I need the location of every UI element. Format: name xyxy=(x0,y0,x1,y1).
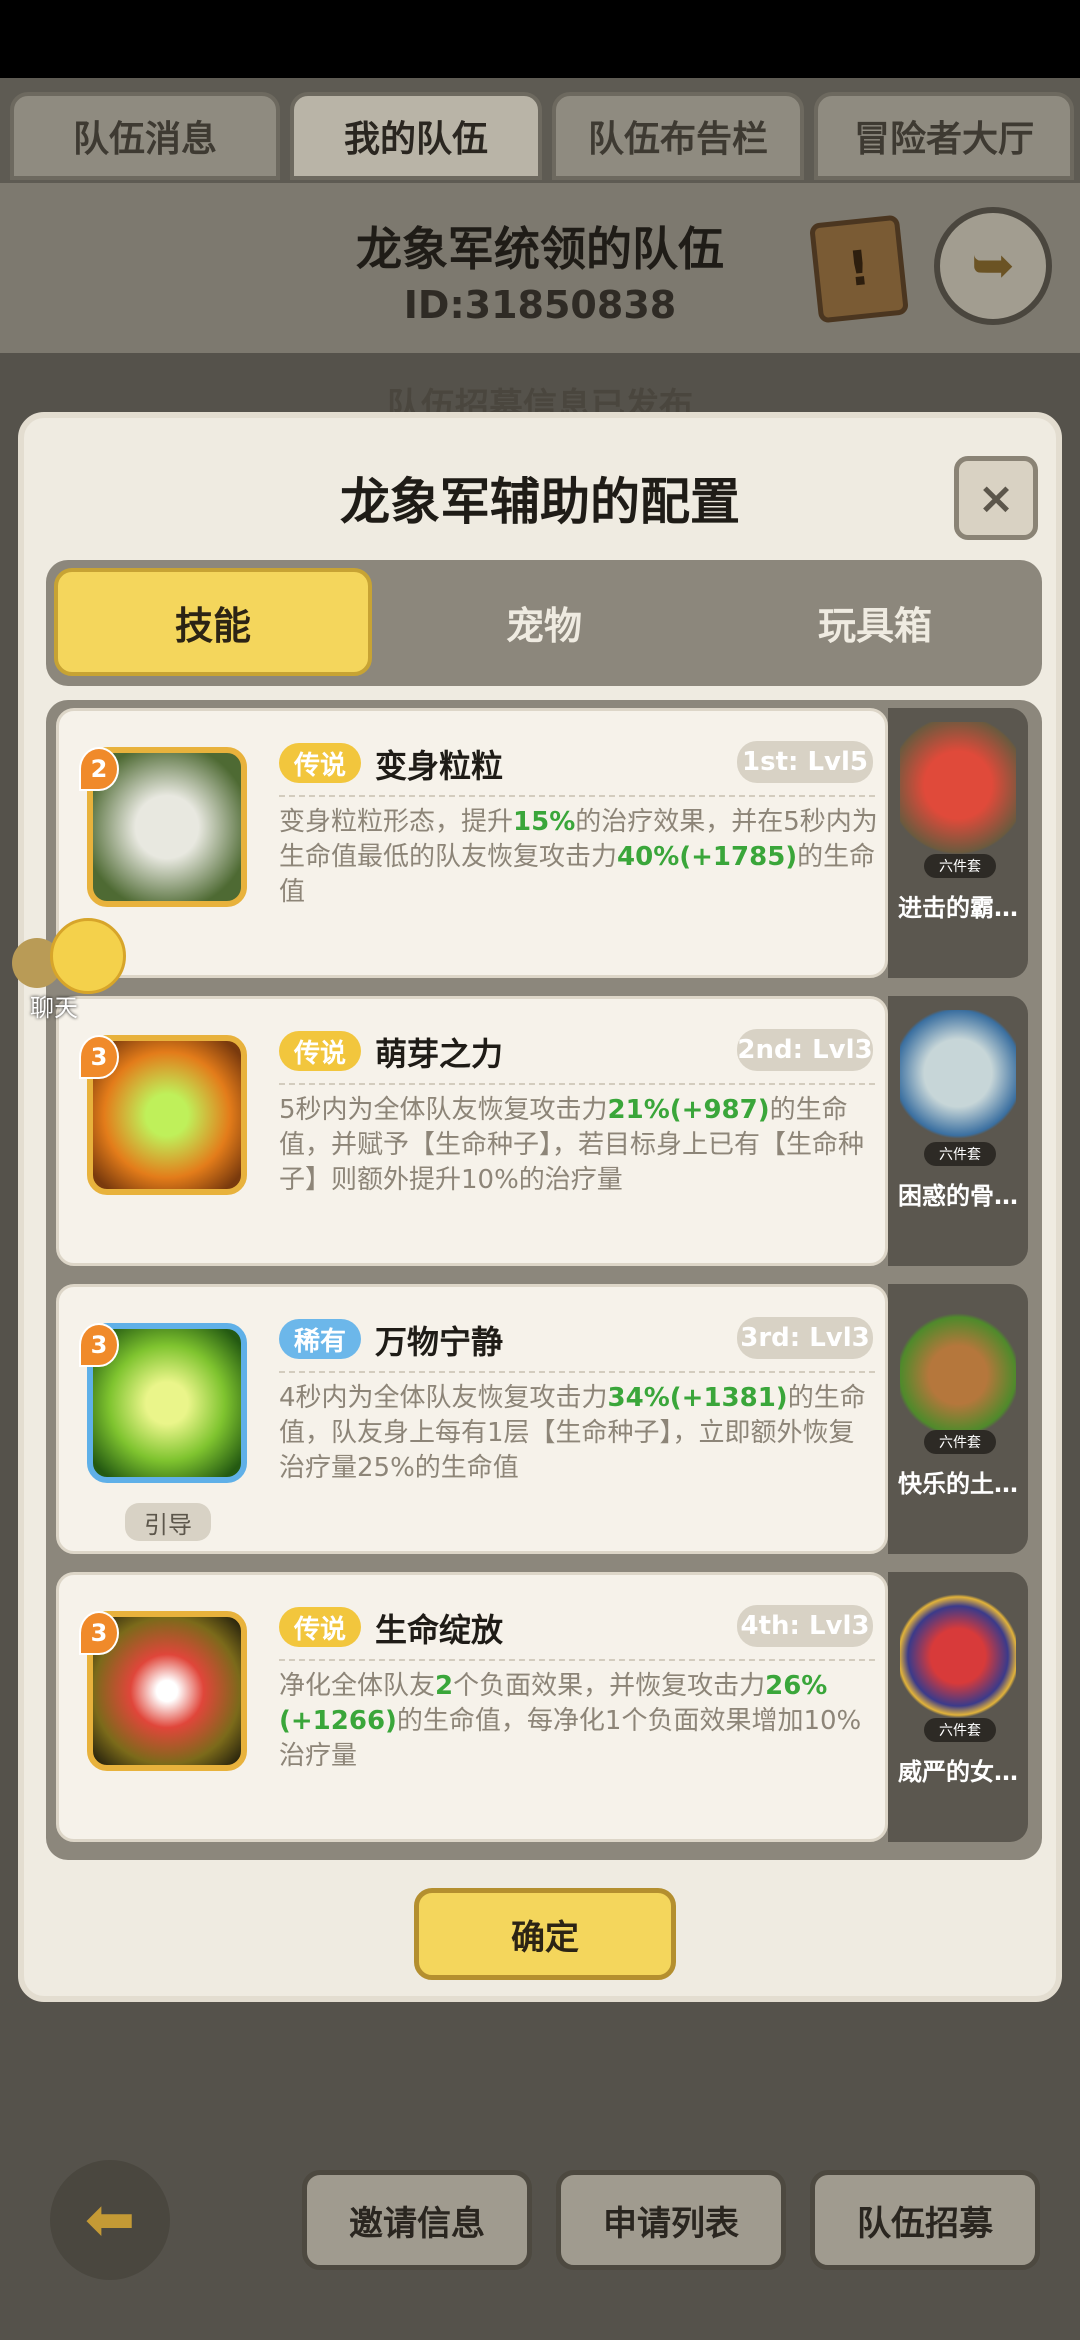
close-button[interactable]: × xyxy=(954,456,1038,540)
divider xyxy=(279,795,875,797)
skill-description: 净化全体队友2个负面效果，并恢复攻击力26%(+1266)的生命值，每净化1个负… xyxy=(279,1671,862,1771)
pet-avatar xyxy=(900,1010,1016,1150)
team-recruit-button[interactable]: 队伍招募 xyxy=(810,2170,1040,2270)
skill-description: 4秒内为全体队友恢复攻击力34%(+1381)的生命值，队友身上每有1层【生命种… xyxy=(279,1383,866,1483)
channel-tag: 引导 xyxy=(125,1503,211,1541)
skill-card[interactable]: 3 传说 萌芽之力 2nd: Lvl3 5秒内为全体队友恢复攻击力21%(+98… xyxy=(56,996,888,1266)
pet-avatar xyxy=(900,1586,1016,1726)
rarity-tag: 传说 xyxy=(279,743,361,783)
top-tab-bar: 队伍消息 我的队伍 队伍布告栏 冒险者大厅 xyxy=(0,78,1080,183)
skill-badge: 2 xyxy=(79,747,119,791)
modal-title: 龙象军辅助的配置 xyxy=(340,473,740,531)
skill-name: 万物宁静 xyxy=(375,1323,504,1361)
pet-slot[interactable]: 六件套 快乐的土… xyxy=(888,1284,1028,1554)
chat-face-icon xyxy=(50,918,126,994)
rarity-tag: 稀有 xyxy=(279,1319,361,1359)
rarity-tag: 传说 xyxy=(279,1607,361,1647)
pet-name: 快乐的土… xyxy=(898,1470,1018,1498)
back-arrow-icon[interactable]: ⬅ xyxy=(50,2160,170,2280)
rarity-tag: 传说 xyxy=(279,1031,361,1071)
skill-level: 1st: Lvl5 xyxy=(737,741,873,783)
tab-toybox[interactable]: 玩具箱 xyxy=(716,568,1034,676)
divider xyxy=(279,1371,875,1373)
set-tag: 六件套 xyxy=(924,1718,996,1742)
pet-slot[interactable]: 六件套 威严的女… xyxy=(888,1572,1028,1842)
pet-name: 进击的霸… xyxy=(898,894,1018,922)
scroll-notice-icon[interactable]: ! xyxy=(809,214,909,324)
team-id: ID:31850838 xyxy=(403,283,677,327)
tab-adventurer-hall[interactable]: 冒险者大厅 xyxy=(814,92,1074,180)
pet-avatar xyxy=(900,722,1016,862)
tab-team-board[interactable]: 队伍布告栏 xyxy=(552,92,804,180)
confirm-button[interactable]: 确定 xyxy=(414,1888,676,1980)
pet-slot[interactable]: 六件套 进击的霸… xyxy=(888,708,1028,978)
skill-card[interactable]: 2 传说 变身粒粒 1st: Lvl5 变身粒粒形态，提升15%的治疗效果，并在… xyxy=(56,708,888,978)
pet-name: 困惑的骨… xyxy=(898,1182,1018,1210)
skill-card[interactable]: 3 引导 稀有 万物宁静 3rd: Lvl3 4秒内为全体队友恢复攻击力34%(… xyxy=(56,1284,888,1554)
set-tag: 六件套 xyxy=(924,854,996,878)
skill-name: 萌芽之力 xyxy=(375,1035,504,1073)
skill-list[interactable]: 2 传说 变身粒粒 1st: Lvl5 变身粒粒形态，提升15%的治疗效果，并在… xyxy=(46,700,1042,1860)
team-header: 龙象军统领的队伍 ID:31850838 ! ➥ xyxy=(0,183,1080,353)
pet-slot[interactable]: 六件套 困惑的骨… xyxy=(888,996,1028,1266)
pet-name: 威严的女… xyxy=(898,1758,1018,1786)
skill-name: 变身粒粒 xyxy=(375,747,504,785)
exit-team-icon[interactable]: ➥ xyxy=(934,207,1052,325)
invite-info-button[interactable]: 邀请信息 xyxy=(302,2170,532,2270)
skill-badge: 3 xyxy=(79,1323,119,1367)
skill-name: 生命绽放 xyxy=(375,1611,504,1649)
apply-list-button[interactable]: 申请列表 xyxy=(556,2170,786,2270)
skill-badge: 3 xyxy=(79,1611,119,1655)
config-modal: 龙象军辅助的配置 × 技能 宠物 玩具箱 2 传说 变身粒粒 1st: Lvl5… xyxy=(18,412,1062,2002)
team-title: 龙象军统领的队伍 xyxy=(356,222,724,276)
pet-avatar xyxy=(900,1298,1016,1438)
status-bar xyxy=(0,0,1080,78)
chat-label: 聊天 xyxy=(30,994,78,1022)
skill-level: 3rd: Lvl3 xyxy=(737,1317,873,1359)
chat-button[interactable]: 聊天 xyxy=(12,918,132,1022)
tab-my-team[interactable]: 我的队伍 xyxy=(290,92,542,180)
skill-card[interactable]: 3 传说 生命绽放 4th: Lvl3 净化全体队友2个负面效果，并恢复攻击力2… xyxy=(56,1572,888,1842)
config-tabs: 技能 宠物 玩具箱 xyxy=(46,560,1042,686)
skill-level: 2nd: Lvl3 xyxy=(737,1029,873,1071)
skill-level: 4th: Lvl3 xyxy=(737,1605,873,1647)
divider xyxy=(279,1083,875,1085)
set-tag: 六件套 xyxy=(924,1430,996,1454)
divider xyxy=(279,1659,875,1661)
skill-description: 5秒内为全体队友恢复攻击力21%(+987)的生命值，并赋予【生命种子】，若目标… xyxy=(279,1095,865,1195)
tab-pets[interactable]: 宠物 xyxy=(385,568,703,676)
skill-badge: 3 xyxy=(79,1035,119,1079)
skill-description: 变身粒粒形态，提升15%的治疗效果，并在5秒内为生命值最低的队友恢复攻击力40%… xyxy=(279,807,878,907)
tab-skills[interactable]: 技能 xyxy=(54,568,372,676)
tab-team-messages[interactable]: 队伍消息 xyxy=(10,92,280,180)
set-tag: 六件套 xyxy=(924,1142,996,1166)
